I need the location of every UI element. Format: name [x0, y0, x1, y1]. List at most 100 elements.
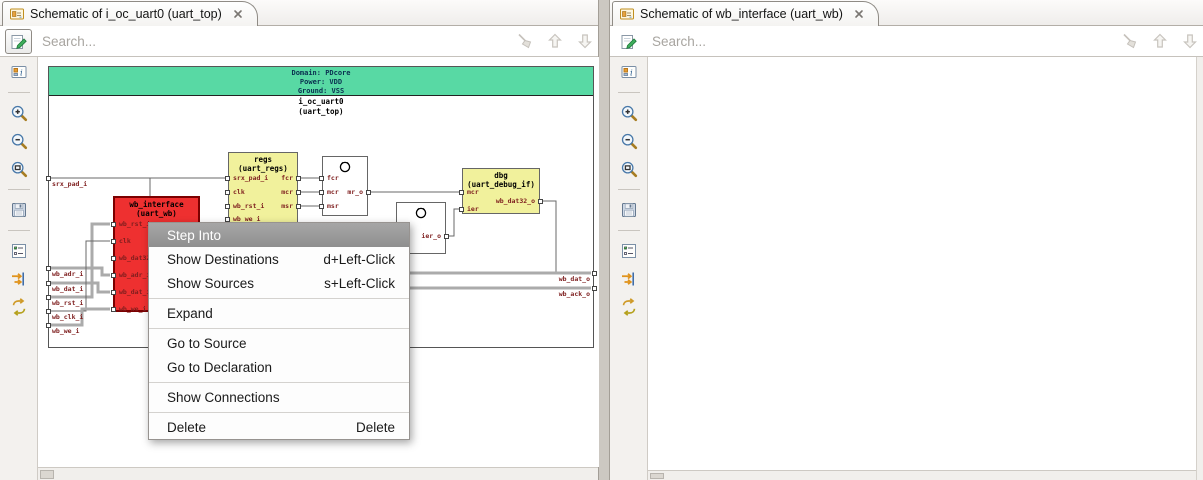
- horizontal-scrollbar[interactable]: [38, 467, 598, 480]
- menu-item-shortcut: s+Left-Click: [324, 275, 395, 291]
- pin[interactable]: [366, 190, 371, 195]
- down-arrow-icon[interactable]: [1180, 31, 1200, 51]
- menu-item-step-into[interactable]: Step Into: [149, 223, 409, 247]
- menu-item-label: Show Sources: [167, 275, 255, 291]
- tab-title: Schematic of wb_interface (uart_wb): [640, 7, 843, 21]
- follow-signal-icon[interactable]: [7, 267, 31, 291]
- save-icon[interactable]: [7, 198, 31, 222]
- overview-icon[interactable]: i: [7, 60, 31, 84]
- horizontal-scrollbar[interactable]: [648, 470, 1196, 480]
- pin[interactable]: [225, 190, 230, 195]
- pin[interactable]: [319, 204, 324, 209]
- edit-search-button[interactable]: [615, 29, 642, 54]
- tab-bar-left: Schematic of i_oc_uart0 (uart_top): [0, 0, 598, 26]
- scrollbar-thumb[interactable]: [650, 473, 664, 479]
- port[interactable]: [46, 295, 51, 300]
- swap-icon[interactable]: [7, 295, 31, 319]
- port[interactable]: [592, 271, 597, 276]
- pin[interactable]: [111, 290, 116, 295]
- pin[interactable]: [319, 190, 324, 195]
- up-arrow-icon[interactable]: [1150, 31, 1170, 51]
- search-toolbar-right: [610, 26, 1203, 57]
- pin[interactable]: [444, 234, 449, 239]
- pin[interactable]: [459, 207, 464, 212]
- swap-icon[interactable]: [617, 295, 641, 319]
- port[interactable]: [46, 176, 51, 181]
- port[interactable]: [46, 309, 51, 314]
- scrollbar-thumb[interactable]: [40, 470, 54, 479]
- vertical-scrollbar[interactable]: [1196, 57, 1203, 480]
- menu-item-label: Go to Declaration: [167, 359, 273, 375]
- up-arrow-icon[interactable]: [545, 31, 565, 51]
- down-arrow-icon[interactable]: [575, 31, 595, 51]
- overview-icon[interactable]: i: [617, 60, 641, 84]
- zoom-in-icon[interactable]: [7, 101, 31, 125]
- tab-schematic-uart-wb[interactable]: Schematic of wb_interface (uart_wb): [612, 1, 879, 26]
- schematic-title-line: (uart_top): [298, 106, 344, 116]
- search-input[interactable]: [650, 29, 1090, 54]
- save-icon[interactable]: [617, 198, 641, 222]
- pin[interactable]: [459, 190, 464, 195]
- menu-item-label: Delete: [167, 419, 207, 435]
- pin[interactable]: [111, 307, 116, 312]
- clean-icon[interactable]: [1120, 31, 1140, 51]
- menu-item-show-connections[interactable]: Show Connections: [149, 385, 409, 409]
- pin-label: srx_pad_i: [233, 174, 269, 182]
- pin[interactable]: [111, 256, 116, 261]
- block-dbg[interactable]: dbg (uart_debug_if) mcr ier wb_dat32_o: [459, 168, 543, 214]
- schematic-tab-icon: [619, 6, 635, 22]
- port-label: wb_ack_o: [558, 290, 590, 298]
- pin[interactable]: [225, 204, 230, 209]
- zoom-fit-icon[interactable]: [617, 157, 641, 181]
- port[interactable]: [592, 286, 597, 291]
- pin[interactable]: [111, 222, 116, 227]
- pin-label: wb_adr_i: [119, 271, 151, 279]
- zoom-out-icon[interactable]: [617, 129, 641, 153]
- menu-item-go-to-source[interactable]: Go to Source: [149, 331, 409, 355]
- tab-schematic-uart-top[interactable]: Schematic of i_oc_uart0 (uart_top): [2, 1, 258, 26]
- pin[interactable]: [319, 176, 324, 181]
- pin[interactable]: [296, 204, 301, 209]
- menu-item-show-sources[interactable]: Show Sources s+Left-Click: [149, 271, 409, 295]
- pin[interactable]: [538, 199, 543, 204]
- follow-signal-icon[interactable]: [617, 267, 641, 291]
- zoom-out-icon[interactable]: [7, 129, 31, 153]
- menu-item-expand[interactable]: Expand: [149, 301, 409, 325]
- clean-icon[interactable]: [515, 31, 535, 51]
- schematic-tab-icon: [9, 6, 25, 22]
- menu-item-label: Expand: [167, 305, 213, 321]
- pin[interactable]: [111, 273, 116, 278]
- block-title-line: (uart_wb): [136, 209, 177, 218]
- block-regs[interactable]: regs (uart_regs) srx_pad_i clk wb_rst_i wb_we…: [225, 152, 301, 224]
- edit-search-button[interactable]: [5, 29, 32, 54]
- editor-pane-right: Schematic of wb_interface (uart_wb) i wb…: [609, 0, 1203, 480]
- menu-item-show-destinations[interactable]: Show Destinations d+Left-Click: [149, 247, 409, 271]
- pin-label: wb_dat32_o: [495, 197, 535, 205]
- tab-close-icon[interactable]: [852, 7, 866, 21]
- tab-close-icon[interactable]: [231, 7, 245, 21]
- schematic-title-line: i_oc_uart0: [298, 97, 344, 106]
- pin[interactable]: [296, 190, 301, 195]
- pin[interactable]: [225, 176, 230, 181]
- menu-item-delete[interactable]: Delete Delete: [149, 415, 409, 439]
- search-input[interactable]: [40, 29, 490, 54]
- preferences-icon[interactable]: [7, 239, 31, 263]
- port[interactable]: [46, 281, 51, 286]
- block-title-line: (uart_regs): [238, 164, 288, 173]
- menu-item-go-to-declaration[interactable]: Go to Declaration: [149, 355, 409, 379]
- pin[interactable]: [296, 176, 301, 181]
- pin-label: mcr: [327, 188, 339, 196]
- zoom-fit-icon[interactable]: [7, 157, 31, 181]
- zoom-in-icon[interactable]: [617, 101, 641, 125]
- preferences-icon[interactable]: [617, 239, 641, 263]
- menu-item-label: Step Into: [167, 227, 222, 243]
- side-toolbar-right: i: [610, 57, 648, 480]
- pin-label: wb_rst_i: [119, 220, 151, 228]
- port[interactable]: [46, 323, 51, 328]
- pin-label: mr_o: [347, 188, 363, 196]
- port[interactable]: [46, 266, 51, 271]
- toolbar-separator: [7, 92, 30, 93]
- block-mcr-reg[interactable]: fcr mcr msr mr_o: [319, 156, 371, 216]
- pin[interactable]: [111, 239, 116, 244]
- pin-label: fcr: [327, 174, 339, 182]
